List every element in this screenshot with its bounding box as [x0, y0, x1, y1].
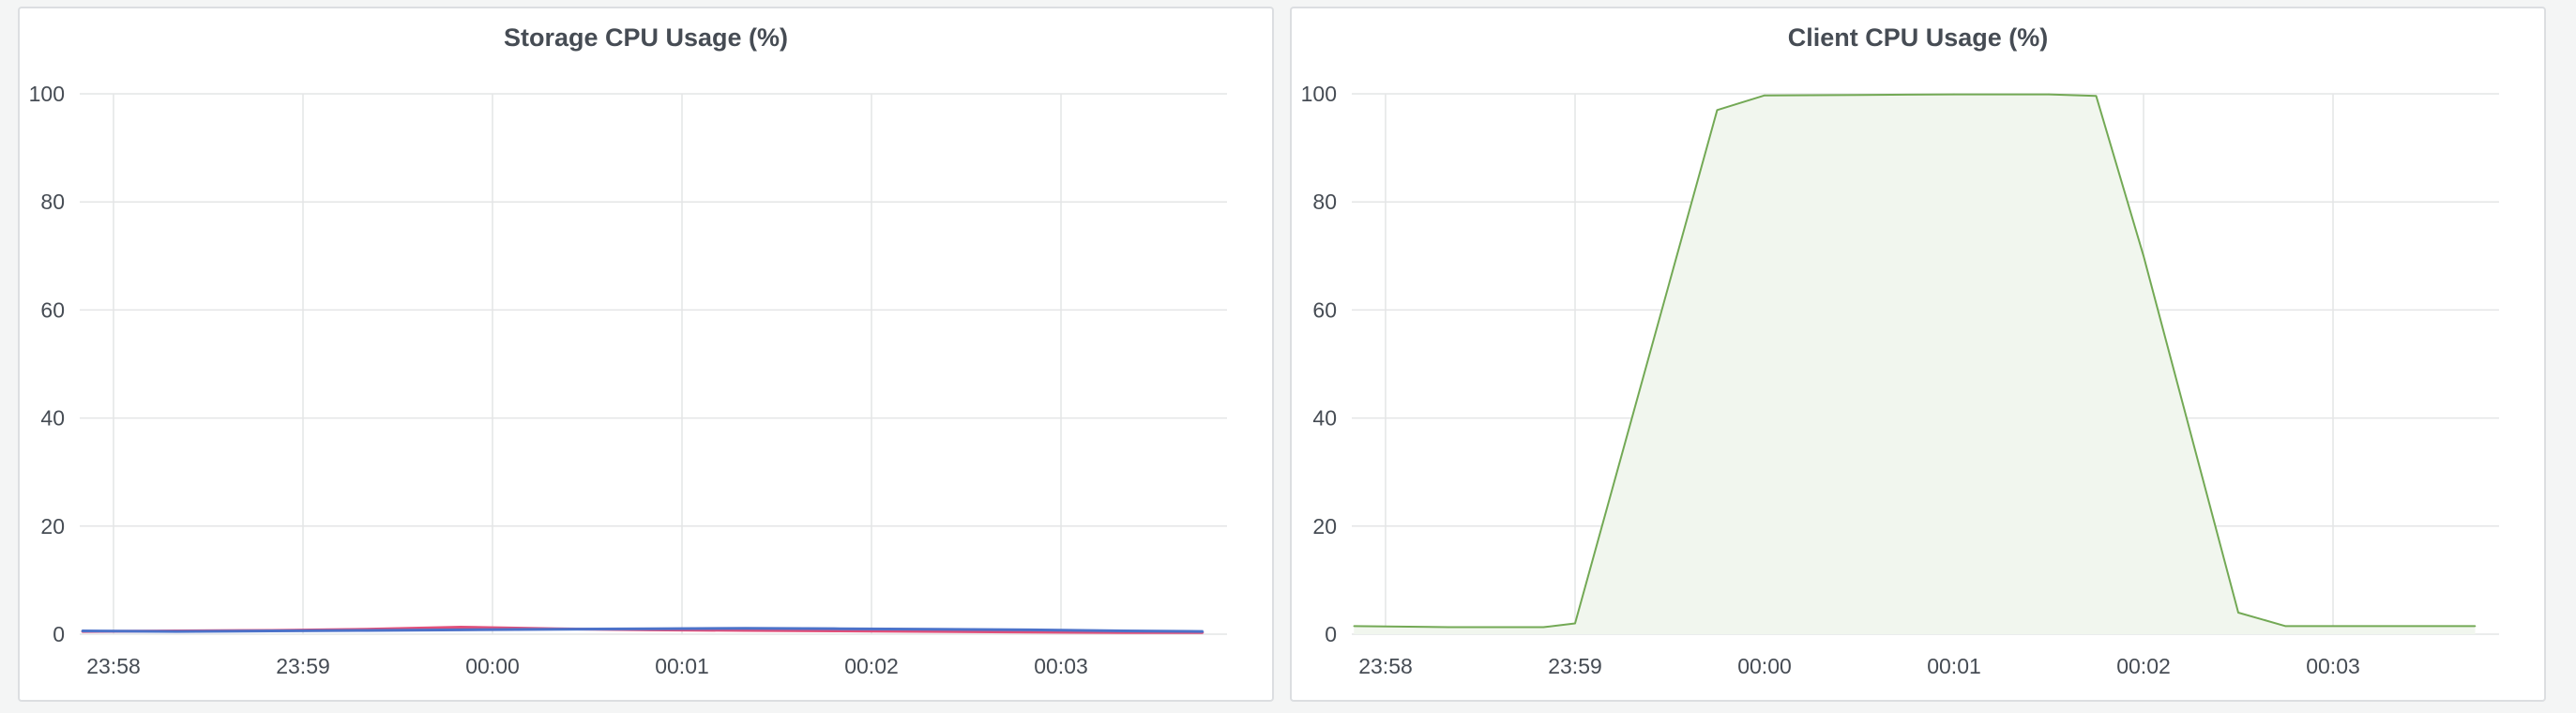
- y-tick-label: 100: [1301, 82, 1337, 106]
- y-tick-label: 40: [1312, 406, 1337, 431]
- data-point: [2143, 255, 2144, 257]
- x-tick-label: 00:00: [1737, 654, 1792, 678]
- data-point: [2379, 625, 2382, 628]
- data-point: [933, 629, 936, 630]
- storage-cpu-chart: 0 20 40 60 80 100 23:58 23:59 00:00 00:01 00:02 00:…: [29, 82, 1227, 678]
- x-tick-label: 00:03: [1034, 654, 1088, 678]
- storage-cpu-panel: Storage CPU Usage (%) 0 20 40 60 80 100 23:58 2…: [18, 7, 1274, 702]
- y-tick-label: 80: [40, 190, 65, 214]
- x-tick-label: 23:58: [1358, 654, 1413, 678]
- data-point: [2284, 625, 2287, 628]
- x-tick-label: 23:59: [276, 654, 330, 678]
- data-point: [81, 630, 83, 632]
- data-point: [1028, 629, 1031, 631]
- data-point: [175, 630, 178, 632]
- series-area-fill: [1354, 94, 2476, 635]
- x-tick-label: 00:03: [2306, 654, 2360, 678]
- data-point: [460, 626, 462, 629]
- data-point: [1858, 94, 1860, 96]
- data-point: [365, 630, 368, 631]
- x-tick-label: 00:01: [655, 654, 709, 678]
- data-point: [1353, 625, 1356, 628]
- data-point: [1716, 109, 1719, 112]
- data-point: [1542, 626, 1545, 629]
- y-tick-label: 40: [40, 406, 65, 431]
- data-point: [2095, 95, 2098, 98]
- data-point: [744, 630, 747, 631]
- data-point: [554, 629, 557, 630]
- x-tick-label: 00:02: [844, 654, 899, 678]
- data-point: [1447, 626, 1450, 629]
- data-point: [839, 630, 841, 632]
- data-point: [744, 627, 747, 630]
- data-point: [2048, 93, 2050, 96]
- x-tick-label: 00:00: [465, 654, 520, 678]
- data-point: [649, 628, 652, 630]
- data-point: [839, 628, 841, 630]
- y-tick-label: 100: [29, 82, 65, 106]
- x-tick-label: 23:59: [1548, 654, 1602, 678]
- data-point: [1764, 94, 1765, 97]
- data-point: [460, 629, 462, 631]
- y-tick-label: 20: [40, 514, 65, 539]
- data-point: [1123, 630, 1126, 632]
- y-tick-label: 0: [53, 622, 65, 646]
- data-point: [1202, 630, 1205, 632]
- data-point: [2237, 612, 2239, 614]
- x-tick-label: 00:01: [1927, 654, 1981, 678]
- y-tick-label: 60: [40, 297, 65, 322]
- x-tick-label: 00:02: [2116, 654, 2171, 678]
- data-point: [1953, 93, 1955, 96]
- y-tick-label: 80: [1312, 190, 1337, 214]
- data-point: [933, 630, 936, 632]
- data-point: [1574, 622, 1576, 625]
- x-tick-label: 23:58: [86, 654, 141, 678]
- client-cpu-panel: Client CPU Usage (%) 0 20 40 60 80 100 23:58 23…: [1290, 7, 2546, 702]
- data-point: [270, 630, 273, 632]
- data-point: [1028, 630, 1031, 633]
- y-tick-label: 60: [1312, 297, 1337, 322]
- y-tick-label: 20: [1312, 514, 1337, 539]
- data-point: [2474, 625, 2477, 628]
- client-cpu-chart: 0 20 40 60 80 100 23:58 23:59 00:00 00:01 00:02 00:…: [1301, 82, 2499, 678]
- y-tick-label: 0: [1325, 622, 1337, 646]
